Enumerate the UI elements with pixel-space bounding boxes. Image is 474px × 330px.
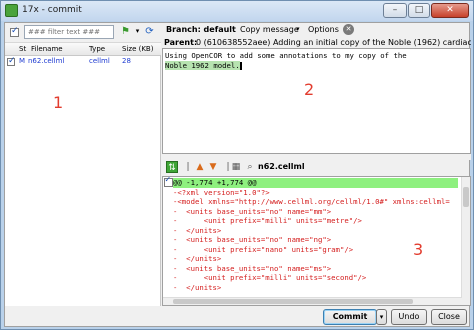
message-line-with-cursor: Noble 1962 model.: [165, 60, 242, 71]
diff-line: - </units>: [173, 282, 222, 292]
diff-line: - <units base_units="no" name="ng">: [173, 235, 332, 244]
diff-line: - <unit prefix="milli" units="second"/>: [173, 273, 367, 282]
scrollbar-thumb[interactable]: [173, 299, 413, 304]
column-status[interactable]: St: [19, 45, 26, 53]
parent-text: 0 (610638552aee) Adding an initial copy …: [196, 38, 471, 47]
diff-toolbar: ⇅ | ▲ ▼ | ▦ ⌕ n62.cellml: [162, 160, 471, 176]
close-button[interactable]: Close: [431, 309, 467, 325]
diff-filename: n62.cellml: [258, 162, 305, 171]
filter-toolbar: ⚑ ▾ ⟳: [5, 23, 161, 42]
minimize-button[interactable]: –: [383, 3, 407, 18]
file-list-header: St Filename Type Size (KB): [5, 42, 161, 56]
separator-icon: |: [186, 162, 190, 172]
message-line: Using OpenCOR to add some annotations to…: [165, 51, 407, 60]
horizontal-scrollbar[interactable]: [163, 297, 462, 305]
annotation-marker-2: 2: [304, 80, 315, 99]
maximize-button[interactable]: □: [408, 3, 430, 18]
next-change-icon[interactable]: ▼: [207, 161, 219, 173]
text-cursor: [239, 61, 242, 70]
client-area: ⚑ ▾ ⟳ St Filename Type Size (KB) M n62.c…: [4, 22, 471, 327]
file-status: M: [19, 57, 26, 65]
diff-viewer[interactable]: @@ -1,774 +1,774 @@ -<?xml version="1.0"…: [162, 176, 471, 306]
title-bar: 17x - commit – □ ✕: [1, 1, 473, 21]
diff-line: - <unit prefix="milli" units="metre"/>: [173, 216, 362, 225]
refresh-icon[interactable]: ⟳: [143, 25, 156, 38]
commit-message-editor[interactable]: Using OpenCOR to add some annotations to…: [162, 48, 471, 154]
diff-line: -<model xmlns="http://www.cellml.org/cel…: [173, 197, 450, 206]
file-type: cellml: [89, 57, 110, 65]
diff-line: -<?xml version="1.0"?>: [173, 187, 270, 197]
diff-line: - <units base_units="no" name="mm">: [173, 206, 332, 216]
window-title: 17x - commit: [22, 5, 82, 15]
file-size: 28: [122, 57, 131, 65]
commit-button[interactable]: Commit: [323, 309, 377, 325]
scrollbar-thumb[interactable]: [463, 187, 469, 207]
annotation-marker-3: 3: [413, 240, 424, 259]
commit-button-label: Commit: [332, 312, 368, 321]
column-type[interactable]: Type: [89, 45, 105, 53]
diff-line: @@ -1,774 +1,774 @@: [173, 178, 458, 188]
diff-view-icon[interactable]: ⇅: [166, 161, 178, 173]
copy-message-menu[interactable]: Copy message: [240, 25, 299, 34]
vertical-scrollbar[interactable]: [461, 177, 470, 305]
annotate-icon[interactable]: ▦: [230, 161, 242, 173]
parent-label: Parent:: [164, 38, 198, 47]
close-icon[interactable]: ✕: [343, 24, 354, 35]
table-row[interactable]: M n62.cellml cellml 28: [5, 56, 161, 68]
commit-window: 17x - commit – □ ✕ ⚑ ▾ ⟳ St Filename Typ…: [0, 0, 474, 330]
column-filename[interactable]: Filename: [31, 45, 63, 53]
annotation-marker-1: 1: [53, 93, 64, 112]
select-all-checkbox[interactable]: [10, 26, 19, 37]
chevron-down-icon[interactable]: ▾: [296, 25, 300, 33]
close-button-label: Close: [438, 312, 460, 321]
previous-change-icon[interactable]: ▲: [194, 161, 206, 173]
file-name: n62.cellml: [28, 57, 65, 65]
undo-button-label: Undo: [398, 312, 420, 321]
file-checkbox[interactable]: [7, 56, 16, 66]
hunk-checkbox[interactable]: [164, 177, 173, 187]
search-icon[interactable]: ⌕: [244, 161, 256, 173]
filter-input[interactable]: [24, 25, 114, 39]
file-list-panel: ⚑ ▾ ⟳ St Filename Type Size (KB) M n62.c…: [5, 23, 161, 306]
commit-details-panel: Branch: default Copy message ▾ Options ✕…: [162, 23, 471, 306]
diff-line: - </units>: [173, 225, 222, 235]
tortoisehg-app-icon: [5, 4, 18, 17]
message-line: Noble 1962 model.: [165, 60, 240, 70]
diff-line: - <units base_units="no" name="ms">: [173, 263, 332, 273]
diff-line: - </units>: [173, 254, 222, 263]
diff-line: - <unit prefix="nano" units="gram"/>: [173, 244, 354, 254]
options-button[interactable]: Options: [308, 25, 339, 34]
branch-label[interactable]: Branch: default: [166, 25, 236, 34]
undo-button[interactable]: Undo: [391, 309, 427, 325]
close-window-button[interactable]: ✕: [431, 3, 469, 18]
branch-toolbar: Branch: default Copy message ▾ Options ✕: [162, 23, 471, 37]
commit-options-dropdown[interactable]: ▾: [376, 309, 387, 325]
column-size[interactable]: Size (KB): [122, 45, 153, 53]
